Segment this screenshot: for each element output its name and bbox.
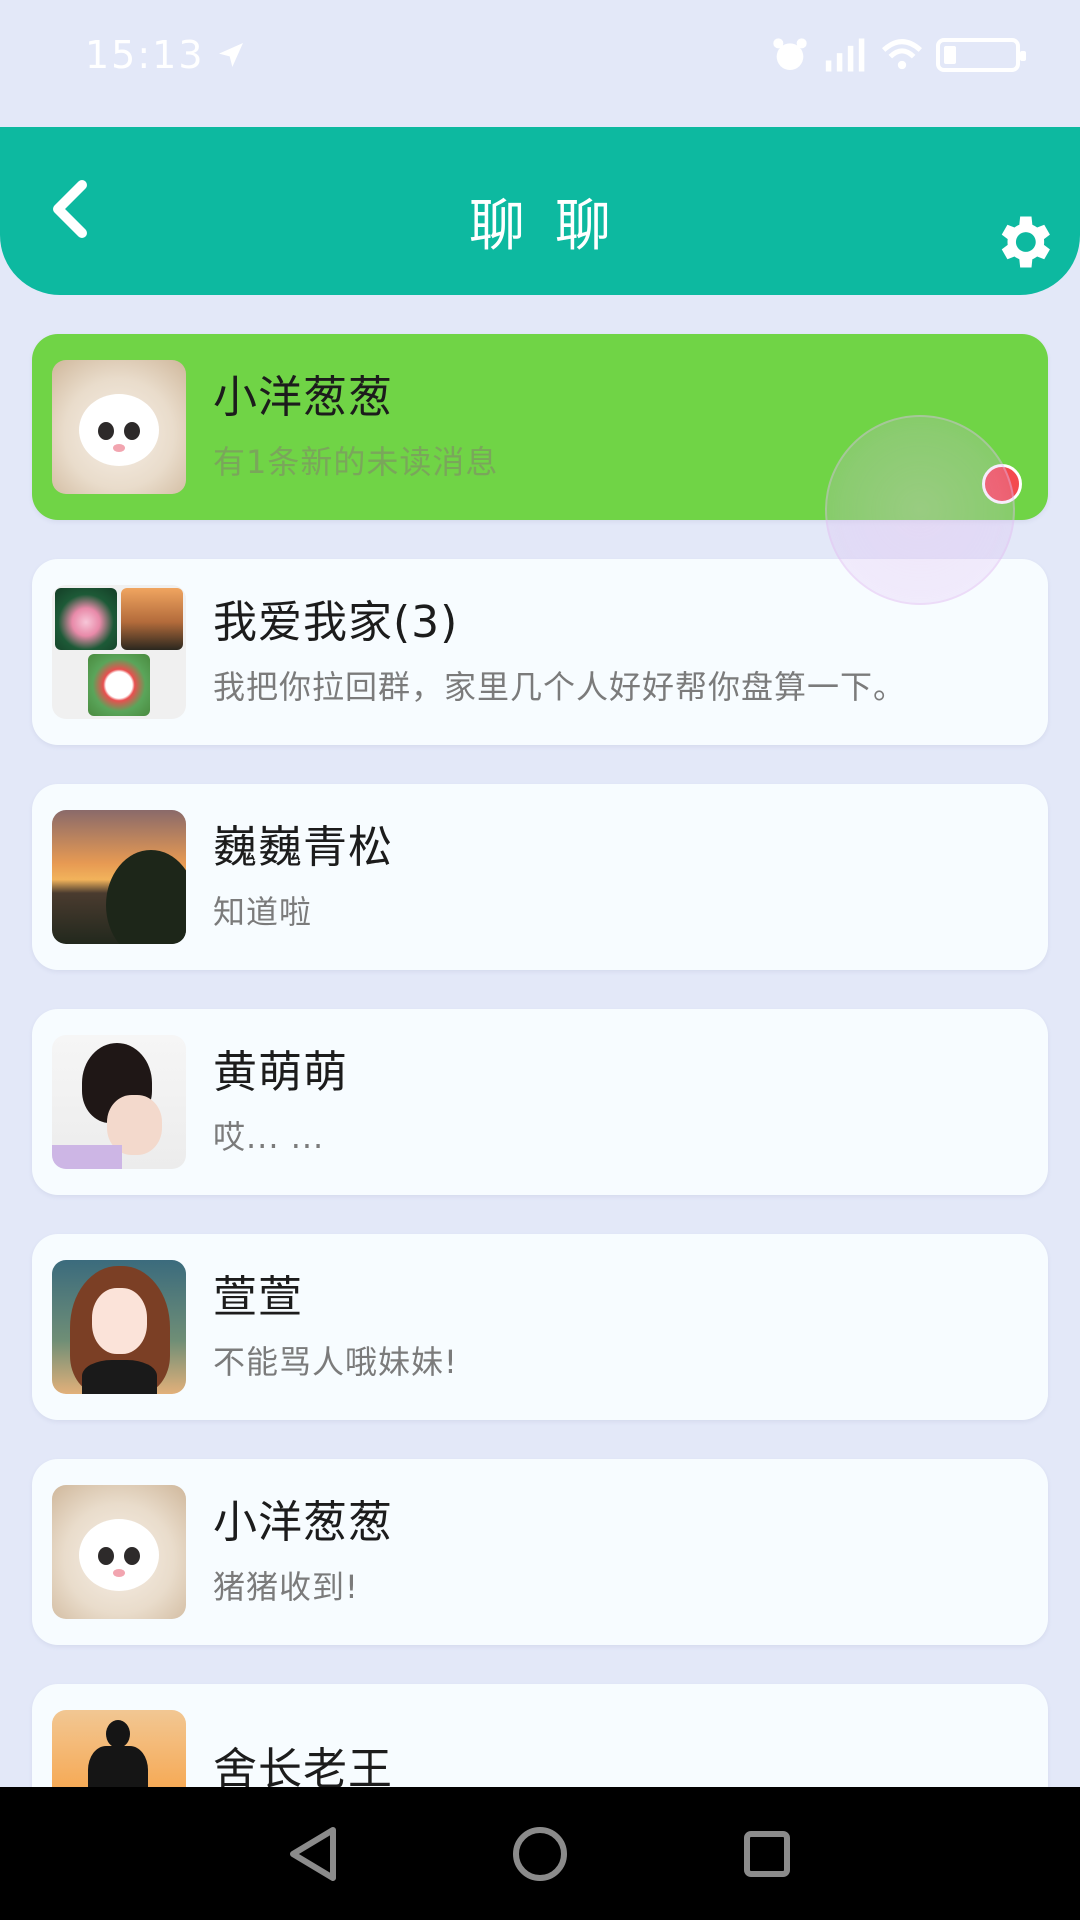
battery-icon — [936, 38, 1026, 72]
sunset-avatar — [52, 810, 186, 944]
chat-preview: 猪猪收到! — [213, 1568, 359, 1606]
chat-preview: 不能骂人哦妹妹! — [213, 1343, 458, 1381]
system-nav-bar — [0, 1787, 1080, 1920]
signal-icon — [825, 38, 865, 72]
nav-home-button[interactable] — [500, 1814, 580, 1894]
nav-home-icon — [512, 1826, 567, 1881]
girl-avatar — [52, 1035, 186, 1169]
chat-item[interactable]: 巍巍青松 知道啦 — [32, 784, 1048, 970]
alarm-icon — [773, 38, 807, 70]
chat-item[interactable]: 黄萌萌 哎... ... — [32, 1009, 1048, 1195]
location-arrow-icon — [218, 43, 243, 67]
chat-name: 我爱我家(3) — [213, 597, 459, 648]
cat-avatar — [52, 1485, 186, 1619]
nav-back-button[interactable] — [273, 1814, 353, 1894]
chat-preview: 有1条新的未读消息 — [213, 443, 499, 481]
status-time-group: 15:13 — [85, 33, 247, 77]
chat-name: 小洋葱葱 — [213, 1497, 393, 1548]
status-time: 15:13 — [85, 33, 205, 77]
nav-back-icon — [290, 1826, 337, 1881]
status-icons — [770, 35, 1026, 75]
chat-item[interactable]: 萱萱 不能骂人哦妹妹! — [32, 1234, 1048, 1420]
anime-avatar — [52, 1260, 186, 1394]
chat-preview: 知道啦 — [213, 893, 313, 931]
gear-icon — [1001, 216, 1050, 268]
chat-name: 巍巍青松 — [213, 822, 393, 873]
chat-name: 小洋葱葱 — [213, 372, 393, 423]
floating-assistant-bubble[interactable] — [825, 415, 1015, 605]
back-button[interactable] — [40, 169, 100, 249]
nav-recents-button[interactable] — [727, 1814, 807, 1894]
chat-preview: 我把你拉回群，家里几个人好好帮你盘算一下。 — [213, 668, 907, 706]
app-header: 聊聊 — [0, 127, 1080, 295]
back-chevron-icon — [53, 180, 87, 238]
cat-avatar — [52, 360, 186, 494]
chat-item[interactable]: 小洋葱葱 猪猪收到! — [32, 1459, 1048, 1645]
nav-recents-icon — [743, 1830, 790, 1877]
group-avatar — [52, 585, 186, 719]
chat-name: 萱萱 — [213, 1272, 303, 1323]
settings-button[interactable] — [988, 207, 1058, 277]
chat-name: 黄萌萌 — [213, 1047, 348, 1098]
wifi-icon — [882, 39, 922, 70]
chat-preview: 哎... ... — [213, 1118, 325, 1156]
page-title: 聊聊 — [469, 193, 641, 259]
status-bar: 15:13 — [0, 0, 1080, 110]
